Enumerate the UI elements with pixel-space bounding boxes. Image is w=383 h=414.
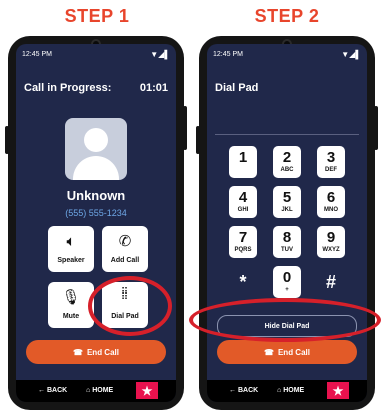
key-9[interactable]: 9 WXYZ [317, 226, 345, 258]
key-letters: + [285, 287, 289, 293]
signal-battery-icon: ▼◢▌ [150, 50, 170, 59]
status-time: 12:45 PM [213, 51, 243, 58]
key-1[interactable]: 1 [229, 146, 257, 178]
divider [215, 134, 359, 135]
star-logo-icon[interactable]: ★ [136, 382, 158, 399]
key-letters: GHI [237, 207, 249, 213]
key-3[interactable]: 3 DEF [317, 146, 345, 178]
home-label: HOME [92, 387, 114, 394]
highlight-circle [88, 276, 172, 336]
step-1-label: STEP 1 [64, 6, 130, 26]
speaker-button[interactable]: 🔈︎ Speaker [48, 226, 94, 272]
dial-pad-title: Dial Pad [215, 82, 259, 94]
status-bar: 12:45 PM ▼◢▌ [22, 50, 170, 62]
back-label: BACK [237, 387, 259, 394]
key-letters: MNO [324, 207, 338, 213]
signal-battery-icon: ▼◢▌ [341, 50, 361, 59]
key-digit: 1 [238, 149, 248, 166]
side-button [5, 126, 9, 154]
side-button [374, 106, 378, 150]
key-0[interactable]: 0 + [273, 266, 301, 298]
contact-name: Unknown [66, 188, 126, 203]
status-bar: 12:45 PM ▼◢▌ [213, 50, 361, 62]
back-label: BACK [46, 387, 68, 394]
add-call-label: Add Call [110, 257, 140, 264]
call-title: Call in Progress: [24, 82, 112, 94]
end-call-label: End Call [86, 347, 119, 357]
mute-label: Mute [62, 313, 80, 320]
key-letters: JKL [281, 207, 293, 213]
dial-pad-screen: 12:45 PM ▼◢▌ Dial Pad 1 2 ABC 3 DEF 4 GHI 5… [207, 44, 367, 402]
key-7[interactable]: 7 PQRS [229, 226, 257, 258]
mute-icon: 🎙︎ [61, 289, 81, 306]
home-label: HOME [283, 387, 305, 394]
end-call-button[interactable]: ☎ End Call [217, 340, 357, 364]
status-time: 12:45 PM [22, 51, 52, 58]
key-star[interactable]: * [229, 266, 257, 298]
contact-number: (555) 555-1234 [65, 208, 127, 218]
key-hash[interactable]: # [317, 266, 345, 298]
side-button [196, 126, 200, 154]
key-digit: 5 [282, 189, 292, 206]
phone-step-1: 12:45 PM ▼◢▌ Call in Progress: 01:01 Unk… [5, 36, 187, 410]
key-letters: TUV [281, 247, 293, 253]
hang-up-icon: ☎ [264, 347, 274, 357]
back-button[interactable]: ← BACK [229, 387, 258, 394]
home-button[interactable]: ⌂ HOME [86, 387, 113, 394]
avatar-head [84, 128, 108, 152]
speaker-icon: 🔈︎ [66, 233, 76, 250]
key-digit: 6 [326, 189, 336, 206]
key-digit: 9 [326, 229, 336, 246]
nav-bar: ← BACK ⌂ HOME ★ [16, 380, 176, 402]
key-5[interactable]: 5 JKL [273, 186, 301, 218]
key-letters: ABC [280, 167, 294, 173]
phone-step-2: 12:45 PM ▼◢▌ Dial Pad 1 2 ABC 3 DEF 4 GHI 5… [196, 36, 378, 410]
key-digit: 7 [238, 229, 248, 246]
side-button [183, 106, 187, 150]
key-letters: WXYZ [322, 247, 340, 253]
end-call-label: End Call [277, 347, 310, 357]
key-digit: 4 [238, 189, 248, 206]
star-logo-icon[interactable]: ★ [327, 382, 349, 399]
highlight-circle [189, 298, 381, 342]
key-digit: 8 [282, 229, 292, 246]
key-4[interactable]: 4 GHI [229, 186, 257, 218]
add-call-button[interactable]: ✆ Add Call [102, 226, 148, 272]
key-digit: 3 [326, 149, 336, 166]
call-timer: 01:01 [139, 82, 168, 94]
hang-up-icon: ☎ [73, 347, 83, 357]
call-screen: 12:45 PM ▼◢▌ Call in Progress: 01:01 Unk… [16, 44, 176, 402]
end-call-button[interactable]: ☎ End Call [26, 340, 166, 364]
key-8[interactable]: 8 TUV [273, 226, 301, 258]
nav-bar: ← BACK ⌂ HOME ★ [207, 380, 367, 402]
back-button[interactable]: ← BACK [38, 387, 67, 394]
key-letters: PQRS [234, 247, 252, 253]
key-6[interactable]: 6 MNO [317, 186, 345, 218]
avatar [65, 118, 127, 180]
add-call-icon: ✆ [118, 233, 132, 250]
key-digit: 0 [282, 269, 292, 286]
speaker-label: Speaker [57, 257, 85, 264]
step-2-label: STEP 2 [254, 6, 320, 26]
key-letters: DEF [325, 167, 337, 173]
key-2[interactable]: 2 ABC [273, 146, 301, 178]
key-digit: 2 [282, 149, 292, 166]
home-button[interactable]: ⌂ HOME [277, 387, 304, 394]
avatar-body [73, 156, 119, 180]
